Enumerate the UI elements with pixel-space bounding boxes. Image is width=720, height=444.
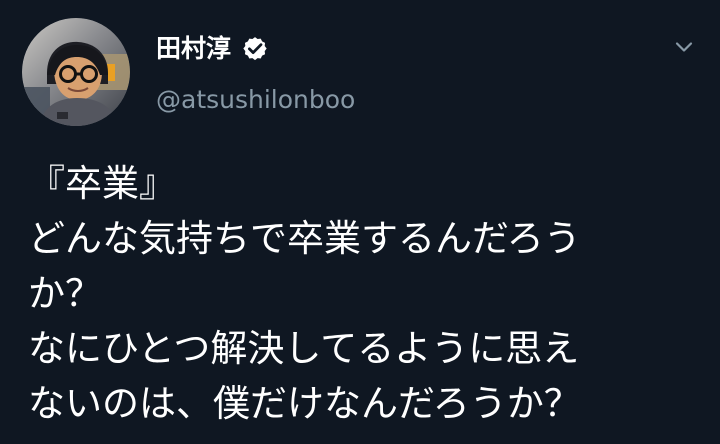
tweet-text-line: 『卒業』 [28, 162, 176, 205]
tweet-text-line: どんな気持ちで卒業するんだろう [28, 217, 581, 260]
author-name-row[interactable]: 田村淳 [156, 31, 269, 67]
verified-badge-icon [243, 37, 267, 61]
author-handle[interactable]: @atsushilonboo [156, 83, 355, 117]
avatar[interactable] [22, 18, 130, 126]
tweet-text-line: なにひとつ解決してるように思え [28, 327, 580, 370]
tweet-card: 田村淳 @atsushilonboo 『卒業』 どんな気持ちで卒業するんだろう … [0, 0, 720, 444]
tweet-text-line: か？ [28, 272, 102, 315]
tweet-text-line: ないのは、僕だけなんだろうか？ [28, 382, 581, 425]
chevron-down-icon[interactable] [672, 35, 696, 59]
author-display-name[interactable]: 田村淳 [156, 32, 231, 66]
tweet-text: 『卒業』 どんな気持ちで卒業するんだろう か？ なにひとつ解決してるように思え … [28, 156, 698, 431]
